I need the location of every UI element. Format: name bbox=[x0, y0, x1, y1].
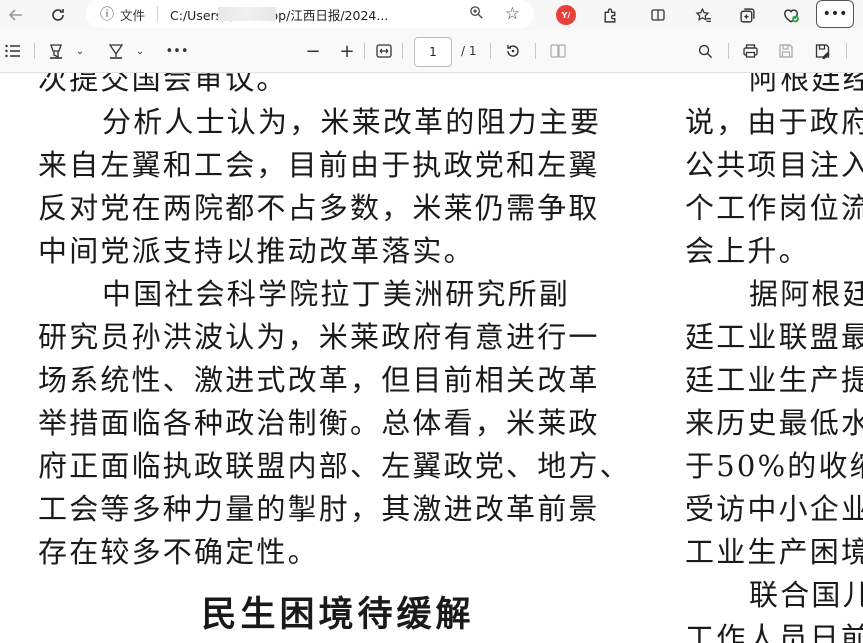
rotate-icon[interactable] bbox=[503, 40, 523, 62]
search-icon[interactable] bbox=[696, 40, 714, 62]
text-line: 举措面临各种政治制衡。总体看，米莱政 bbox=[38, 406, 600, 440]
zoom-icon[interactable] bbox=[469, 5, 484, 24]
draw-chevron-down-icon[interactable]: ⌄ bbox=[134, 40, 146, 62]
text-line: 受访中小企业 bbox=[685, 492, 863, 526]
save-icon[interactable] bbox=[776, 40, 796, 62]
text-line: 个工作岗位流 bbox=[685, 191, 863, 225]
extension-badge-icon[interactable]: Y/ bbox=[556, 5, 576, 25]
back-icon[interactable] bbox=[2, 1, 30, 29]
redacted-username bbox=[218, 6, 277, 21]
text-line: 中间党派支持以推动改革落实。 bbox=[38, 234, 475, 268]
text-line: 次提交国会审议。 bbox=[38, 73, 288, 96]
browser-essentials-icon[interactable] bbox=[777, 1, 805, 29]
pdf-document-viewport[interactable]: 次提交国会审议。分析人士认为，米莱改革的阻力主要来自左翼和工会，目前由于执政党和… bbox=[0, 73, 863, 643]
pdf-toolbar: ⌄ ⌄ ••• − + 1 / 1 bbox=[0, 30, 863, 73]
draw-icon[interactable] bbox=[106, 40, 126, 62]
extensions-puzzle-icon[interactable] bbox=[596, 1, 624, 29]
text-line: 工业生产困境 bbox=[685, 535, 863, 569]
page-view-icon[interactable] bbox=[548, 40, 568, 62]
text-line: 说，由于政府 bbox=[685, 105, 863, 139]
toolbar-divider bbox=[728, 43, 729, 59]
article-left-column: 次提交国会审议。分析人士认为，米莱改革的阻力主要来自左翼和工会，目前由于执政党和… bbox=[38, 73, 631, 574]
text-line: 府正面临执政联盟内部、左翼政党、地方、 bbox=[38, 449, 631, 483]
text-line: 工会等多种力量的掣肘，其激进改革前景 bbox=[38, 492, 600, 526]
toolbar-divider bbox=[846, 43, 847, 59]
text-line: 工作人员日前 bbox=[685, 621, 863, 643]
fit-to-width-icon[interactable] bbox=[374, 40, 394, 62]
more-tools-icon[interactable]: ••• bbox=[166, 40, 189, 62]
text-line: 于50%的收缩 bbox=[685, 449, 863, 483]
zoom-in-icon[interactable]: + bbox=[338, 40, 356, 62]
address-divider bbox=[157, 6, 159, 22]
toolbar-divider bbox=[535, 43, 536, 59]
address-url[interactable]: C:/Users/ /Desktop/江西日报/2024... bbox=[170, 5, 388, 24]
text-line: 反对党在两院都不占多数，米莱仍需争取 bbox=[38, 191, 600, 225]
browser-toolbar: ⓘ 文件 C:/Users/ /Desktop/江西日报/2024... ☆ Y… bbox=[0, 0, 863, 30]
text-line: 分析人士认为，米莱改革的阻力主要 bbox=[102, 105, 602, 139]
text-line: 研究员孙洪波认为，米莱政府有意进行一 bbox=[38, 320, 600, 354]
split-screen-icon[interactable] bbox=[644, 1, 672, 29]
save-as-icon[interactable] bbox=[812, 40, 832, 62]
article-right-column: 阿根廷经说，由于政府 公共项目注入 个工作岗位流 会上升。据阿根廷廷工业联盟最 廷工业生… bbox=[685, 73, 863, 643]
text-line: 来历史最低水 bbox=[685, 406, 863, 440]
text-line: 联合国儿 bbox=[749, 578, 863, 612]
url-text: C:/Users/ /Desktop/江西日报/2024... bbox=[170, 7, 389, 23]
collections-icon[interactable] bbox=[733, 1, 761, 29]
favorites-icon[interactable] bbox=[689, 1, 717, 29]
info-icon[interactable]: ⓘ bbox=[100, 4, 114, 24]
toolbar-divider bbox=[402, 43, 403, 59]
text-line: 廷工业生产提 bbox=[685, 363, 863, 397]
print-icon[interactable] bbox=[740, 40, 760, 62]
contents-list-icon[interactable] bbox=[4, 40, 22, 62]
text-line: 来自左翼和工会，目前由于执政党和左翼 bbox=[38, 148, 600, 182]
toolbar-divider bbox=[490, 43, 491, 59]
toolbar-divider bbox=[364, 43, 365, 59]
text-line: 据阿根廷 bbox=[749, 277, 863, 311]
page-total-label: / 1 bbox=[461, 44, 477, 58]
text-line: 廷工业联盟最 bbox=[685, 320, 863, 354]
section-heading: 民生困境待缓解 bbox=[201, 595, 475, 635]
settings-more-button[interactable]: ••• bbox=[816, 0, 854, 28]
text-line: 阿根廷经 bbox=[749, 73, 863, 96]
toolbar-divider bbox=[34, 43, 35, 59]
favorite-star-icon[interactable]: ☆ bbox=[505, 4, 520, 24]
file-scheme-label: 文件 bbox=[120, 7, 146, 23]
highlight-icon[interactable] bbox=[46, 40, 66, 62]
text-line: 存在较多不确定性。 bbox=[38, 535, 319, 569]
zoom-out-icon[interactable]: − bbox=[304, 40, 322, 62]
refresh-icon[interactable] bbox=[44, 1, 72, 29]
text-line: 会上升。 bbox=[685, 234, 810, 268]
page-number-input[interactable]: 1 bbox=[414, 37, 452, 67]
highlight-chevron-down-icon[interactable]: ⌄ bbox=[74, 40, 86, 62]
text-line: 场系统性、激进式改革，但目前相关改革 bbox=[38, 363, 600, 397]
text-line: 中国社会科学院拉丁美洲研究所副 bbox=[102, 277, 571, 311]
address-bar[interactable]: ⓘ 文件 C:/Users/ /Desktop/江西日报/2024... ☆ bbox=[86, 0, 534, 28]
text-line: 公共项目注入 bbox=[685, 148, 863, 182]
